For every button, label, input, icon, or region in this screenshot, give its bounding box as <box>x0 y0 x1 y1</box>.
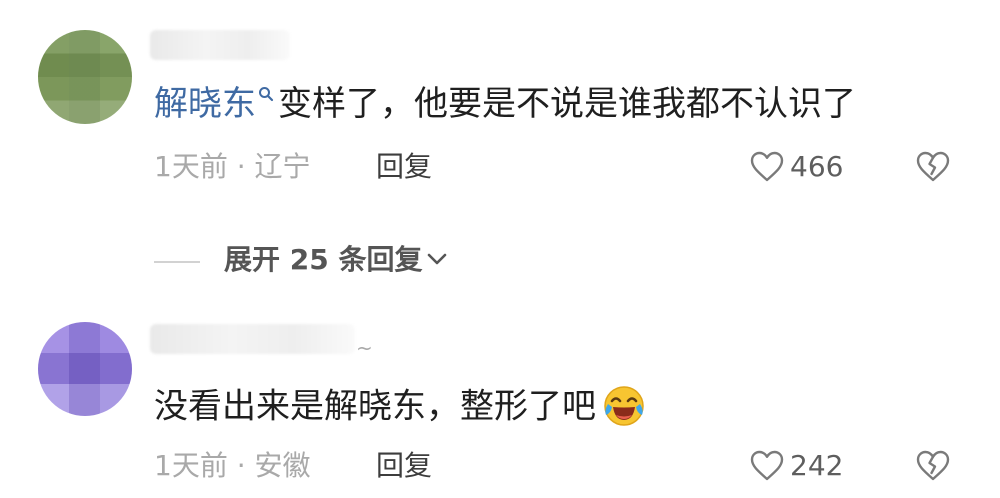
comment-time-location: 1天前 · 辽宁 <box>154 150 311 183</box>
comment-text: 没看出来是解晓东，整形了吧 <box>154 386 646 430</box>
expand-replies-button[interactable]: 展开 25 条回复 <box>224 240 448 280</box>
username-blurred[interactable] <box>150 30 290 60</box>
comment-text: 解晓东 变样了，他要是不说是谁我都不认识了 <box>154 84 856 124</box>
divider-line <box>154 261 200 263</box>
avatar[interactable] <box>38 322 132 416</box>
like-count: 242 <box>790 449 844 482</box>
reply-button[interactable]: 回复 <box>376 147 432 187</box>
chevron-down-icon <box>428 253 447 265</box>
comment-body: 没看出来是解晓东，整形了吧 <box>154 386 596 427</box>
search-icon <box>259 87 274 102</box>
comment-meta-row: 1天前 · 安徽 回复 242 <box>154 446 974 486</box>
reply-button[interactable]: 回复 <box>376 446 432 486</box>
expand-replies-label: 展开 25 条回复 <box>224 243 423 276</box>
avatar[interactable] <box>38 30 132 124</box>
username-suffix: ~ <box>356 336 373 360</box>
broken-heart-icon[interactable] <box>916 151 950 183</box>
broken-heart-icon[interactable] <box>916 450 950 482</box>
comment-time-location: 1天前 · 安徽 <box>154 449 311 482</box>
laughing-crying-emoji-icon <box>604 386 644 426</box>
comment-item: 解晓东 变样了，他要是不说是谁我都不认识了 1天前 · 辽宁 回复 466 <box>0 0 1000 210</box>
heart-icon <box>750 151 784 182</box>
comment-body: 变样了，他要是不说是谁我都不认识了 <box>278 84 856 124</box>
mention-link[interactable]: 解晓东 <box>154 84 256 124</box>
username-blurred[interactable] <box>150 324 355 354</box>
comment-item: ~ 没看出来是解晓东，整形了吧 1天前 · 安徽 回复 242 <box>0 300 1000 498</box>
like-count: 466 <box>790 150 844 183</box>
comment-meta-row: 1天前 · 辽宁 回复 466 <box>154 147 974 187</box>
expand-replies-row: 展开 25 条回复 <box>154 240 554 280</box>
heart-icon <box>750 450 784 481</box>
